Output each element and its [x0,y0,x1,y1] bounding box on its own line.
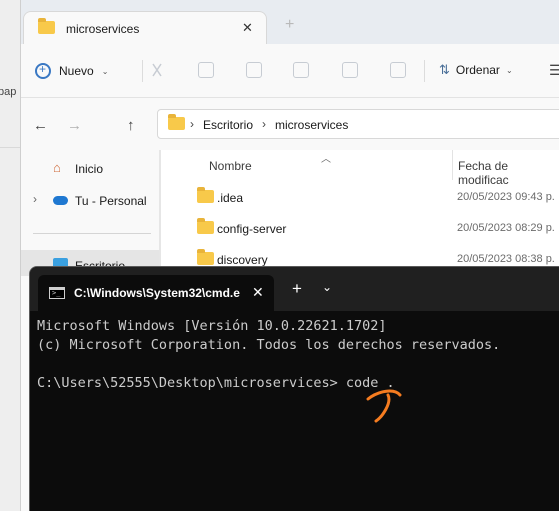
command-prompt-icon [49,287,65,299]
sidebar-item-label: Inicio [75,162,104,176]
chevron-right-icon: › [33,192,37,206]
sidebar-item-home[interactable]: ⌂ Inicio [21,156,159,182]
rename-icon[interactable] [293,62,309,78]
chevron-down-icon: ⌄ [505,65,513,75]
new-button-label: Nuevo [59,64,94,78]
file-row[interactable]: .idea 20/05/2023 09:43 p. [161,186,559,212]
file-date: 20/05/2023 09:43 p. [457,191,555,203]
explorer-toolbar: Nuevo ⌄ ⇅ Ordenar ⌄ ☰ [21,44,559,98]
sort-button-label: Ordenar [455,63,500,77]
background-window: pap [0,0,20,511]
cut-icon[interactable] [149,62,165,78]
terminal-prompt-line: C:\Users\52555\Desktop\microservices> co… [37,375,395,391]
explorer-tab[interactable]: microservices ✕ [23,11,267,45]
file-name: discovery [217,253,268,267]
terminal-line: (c) Microsoft Corporation. Todos los der… [37,337,501,353]
new-tab-button[interactable]: + [285,16,294,34]
new-tab-button[interactable]: + [292,279,302,299]
close-icon[interactable]: ✕ [242,20,253,36]
sort-ascending-icon: ︿ [321,154,331,165]
forward-icon[interactable]: → [67,117,82,134]
copy-icon[interactable] [198,62,214,78]
folder-icon [168,114,185,130]
breadcrumb-item[interactable]: Escritorio [203,118,253,132]
chevron-right-icon: › [262,117,266,131]
toolbar-divider [142,60,143,82]
column-header-name[interactable]: Nombre [209,159,252,173]
address-row: ← → ↑ › Escritorio › microservices [21,98,559,150]
new-button[interactable]: Nuevo ⌄ [35,58,108,84]
file-name: .idea [217,191,244,205]
address-bar[interactable]: › Escritorio › microservices [157,109,559,139]
folder-icon [197,218,214,234]
explorer-tab-title: microservices [66,22,140,36]
chevron-down-icon: ⌄ [101,66,109,76]
delete-icon[interactable] [390,62,406,78]
terminal-tab-title: C:\Windows\System32\cmd.e [74,286,240,300]
background-window-text: pap [0,86,17,98]
file-row[interactable]: config-server 20/05/2023 08:29 p. [161,217,559,243]
terminal-window: C:\Windows\System32\cmd.e ✕ + ⌄ Microsof… [29,266,559,511]
cloud-icon [53,196,68,205]
breadcrumb-item[interactable]: microservices [275,118,348,132]
folder-icon [38,18,55,34]
terminal-output[interactable]: Microsoft Windows [Versión 10.0.22621.17… [37,317,500,393]
explorer-tabstrip: microservices ✕ + [21,0,559,45]
column-divider[interactable] [452,150,453,180]
back-icon[interactable]: ← [33,117,48,134]
file-name: config-server [217,222,287,236]
paste-icon[interactable] [246,62,262,78]
share-icon[interactable] [342,62,358,78]
background-divider [0,147,20,148]
toolbar-divider [424,60,425,82]
sidebar-item-personal[interactable]: › Tu - Personal [21,188,159,214]
view-icon[interactable]: ☰ [549,62,559,79]
hand-drawn-arrow [366,389,402,423]
sort-button[interactable]: ⇅ Ordenar ⌄ [439,62,513,78]
sidebar-divider [33,233,151,234]
new-icon [35,62,51,79]
chevron-down-icon[interactable]: ⌄ [322,280,332,294]
file-date: 20/05/2023 08:38 p. [457,253,555,265]
terminal-line: Microsoft Windows [Versión 10.0.22621.17… [37,318,387,334]
column-header-date[interactable]: Fecha de modificac [458,159,559,187]
folder-icon [197,249,214,265]
close-icon[interactable]: ✕ [252,284,264,301]
screen: pap microservices ✕ + Nuevo ⌄ [0,0,559,511]
home-icon: ⌂ [53,160,61,175]
up-icon[interactable]: ↑ [127,117,135,134]
terminal-titlebar: C:\Windows\System32\cmd.e ✕ + ⌄ [30,267,559,311]
sort-icon: ⇅ [439,62,450,77]
sidebar-item-label: Tu - Personal [75,194,147,208]
file-date: 20/05/2023 08:29 p. [457,222,555,234]
chevron-right-icon: › [190,117,194,131]
folder-icon [197,187,214,203]
terminal-tab[interactable]: C:\Windows\System32\cmd.e ✕ [38,275,274,311]
